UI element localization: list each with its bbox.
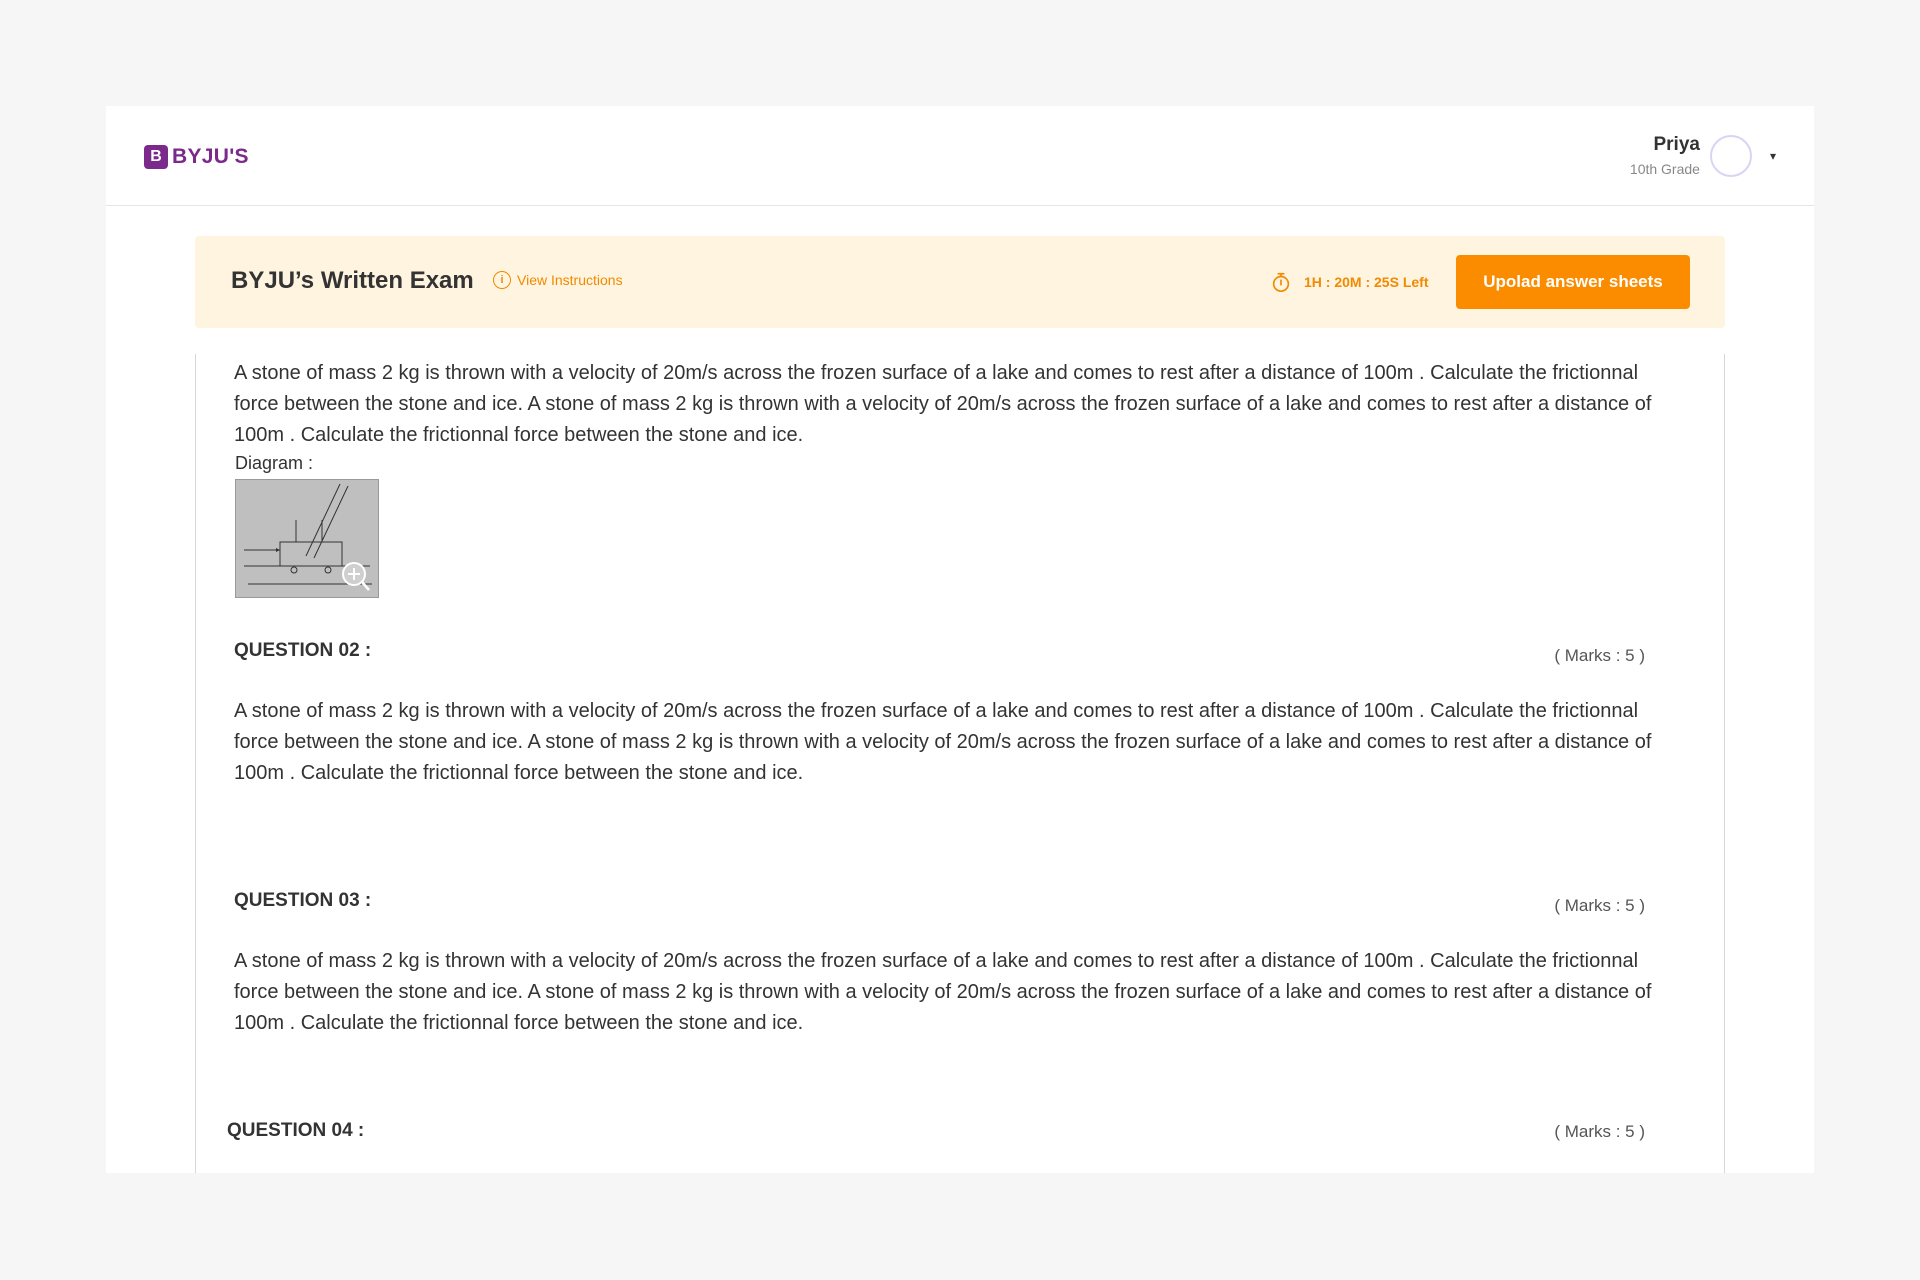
user-menu[interactable]: Priya 10th Grade ▾ <box>1630 132 1776 180</box>
info-icon: i <box>493 271 511 289</box>
question-03-heading: QUESTION 03 : <box>234 890 372 911</box>
exam-bar: BYJU’s Written Exam i View Instructions … <box>195 236 1725 328</box>
exam-app: B BYJU'S Priya 10th Grade ▾ BYJU’s Writt… <box>106 106 1814 1173</box>
question-02-marks: ( Marks : 5 ) <box>1554 646 1645 665</box>
question-03-marks: ( Marks : 5 ) <box>1554 896 1645 915</box>
diagram-label: Diagram : <box>235 453 314 473</box>
diagram-thumbnail[interactable] <box>235 479 379 598</box>
user-grade: 10th Grade <box>1629 161 1700 177</box>
user-name: Priya <box>1653 134 1700 155</box>
question-04-marks: ( Marks : 5 ) <box>1554 1122 1645 1141</box>
view-instructions-link[interactable]: i View Instructions <box>493 271 623 289</box>
question-02-text: A stone of mass 2 kg is thrown with a ve… <box>234 700 1652 784</box>
exam-timer: 1H : 20M : 25S Left <box>1270 271 1428 293</box>
question-01-text: A stone of mass 2 kg is thrown with a ve… <box>234 362 1652 446</box>
question-02-heading: QUESTION 02 : <box>234 640 372 661</box>
user-info: Priya 10th Grade <box>1630 134 1700 178</box>
question-03-text: A stone of mass 2 kg is thrown with a ve… <box>234 950 1652 1034</box>
logo-mark-icon: B <box>144 145 168 169</box>
timer-text: 1H : 20M : 25S Left <box>1304 274 1429 290</box>
byjus-logo[interactable]: B BYJU'S <box>144 144 249 170</box>
diagram-image <box>236 480 378 597</box>
upload-answer-sheets-button[interactable]: Upolad answer sheets <box>1456 255 1690 309</box>
view-instructions-label: View Instructions <box>517 272 623 288</box>
question-04-heading: QUESTION 04 : <box>227 1120 365 1141</box>
logo-text: BYJU'S <box>172 145 249 168</box>
avatar[interactable] <box>1709 135 1752 177</box>
questions-panel[interactable]: A stone of mass 2 kg is thrown with a ve… <box>195 354 1725 1173</box>
stopwatch-icon <box>1272 272 1290 292</box>
exam-title: BYJU’s Written Exam <box>231 267 474 294</box>
top-header: B BYJU'S Priya 10th Grade ▾ <box>106 106 1814 206</box>
chevron-down-icon[interactable]: ▾ <box>1770 149 1776 163</box>
